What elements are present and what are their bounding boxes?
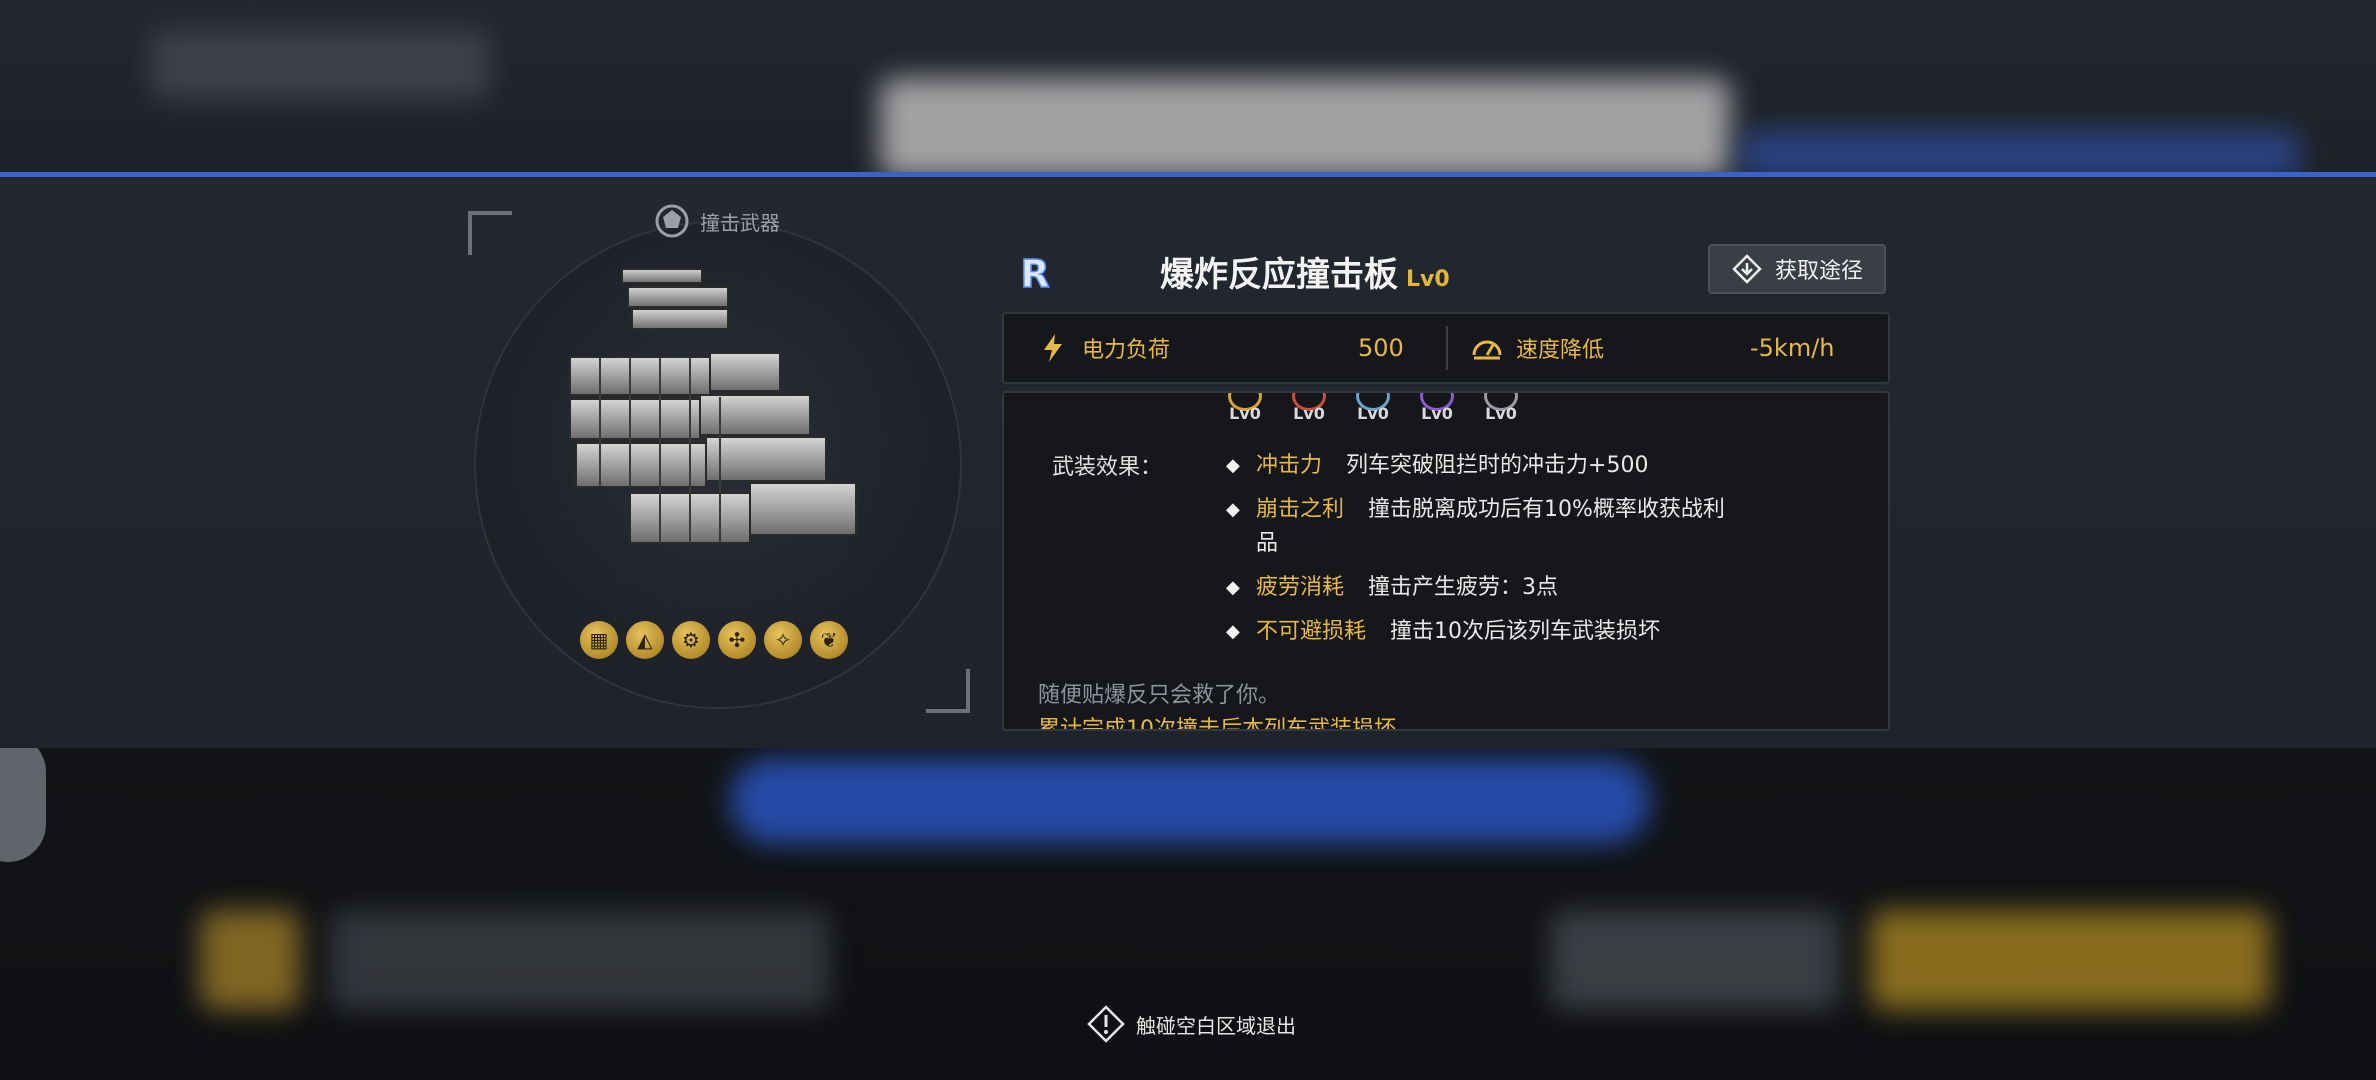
exit-hint[interactable]: 触碰空白区域退出 <box>1086 1004 1296 1044</box>
effect-name: 不可避损耗 <box>1256 619 1367 644</box>
diamond-arrow-icon <box>1732 254 1762 284</box>
effect-item: ◆ 疲劳消耗 撞击产生疲劳：3点 <box>1226 571 1558 605</box>
rarity-letter: R <box>1020 252 1049 296</box>
weapon-name: 爆炸反应撞击板 <box>1160 255 1398 295</box>
stat-value: 500 <box>1358 334 1404 362</box>
background-blur <box>330 910 830 1010</box>
level-badge-text: Lv0 <box>1485 404 1517 423</box>
level-badge[interactable]: Lv0 <box>1224 393 1266 423</box>
stat-divider <box>1446 326 1448 370</box>
skill-icon-row: ▦ ◭ ⚙ ✣ ✧ ❦ <box>580 621 848 659</box>
effect-name: 疲劳消耗 <box>1256 575 1345 600</box>
effect-item: ◆ 冲击力 列车突破阻拦时的冲击力+500 <box>1226 449 1648 483</box>
get-source-button[interactable]: 获取途径 <box>1708 244 1886 294</box>
level-badge[interactable]: Lv0 <box>1416 393 1458 423</box>
effect-name: 崩击之利 <box>1256 497 1345 522</box>
effect-name: 冲击力 <box>1256 453 1323 478</box>
trait-icon[interactable]: ✧ <box>764 621 802 659</box>
weapon-level: Lv0 <box>1406 267 1450 292</box>
stat-label: 速度降低 <box>1516 338 1605 363</box>
effects-panel: Lv0 Lv0 Lv0 Lv0 Lv0 武装效果： ◆ 冲击力 列车突破阻拦时的冲… <box>1002 391 1890 731</box>
diamond-bullet-icon: ◆ <box>1226 499 1240 520</box>
corner-bracket <box>926 669 970 713</box>
background-blur <box>200 910 300 1010</box>
level-badge-text: Lv0 <box>1293 404 1325 423</box>
diamond-bullet-icon: ◆ <box>1226 455 1240 476</box>
level-badge-text: Lv0 <box>1357 404 1389 423</box>
weapon-title: 爆炸反应撞击板 Lv0 <box>1160 247 1450 296</box>
level-badge[interactable]: Lv0 <box>1288 393 1330 423</box>
background-blur <box>730 758 1650 844</box>
background-blur <box>1550 910 1840 1010</box>
warning-diamond-icon <box>1087 1005 1125 1043</box>
ram-weapon-icon <box>655 204 689 238</box>
effects-label: 武装效果： <box>1052 455 1163 480</box>
diamond-bullet-icon: ◆ <box>1226 621 1240 642</box>
stat-label: 电力负荷 <box>1082 338 1171 363</box>
weapon-type-label: 撞击武器 <box>700 210 780 235</box>
level-badge[interactable]: Lv0 <box>1480 393 1522 423</box>
level-badge-text: Lv0 <box>1229 404 1261 423</box>
stat-speed-reduction: 速度降低 -5km/h <box>1470 314 1835 382</box>
weapon-image <box>569 268 857 544</box>
effect-desc: 撞击10次后该列车武装损坏 <box>1390 619 1661 644</box>
lightning-icon <box>1044 334 1062 362</box>
level-badge[interactable]: Lv0 <box>1352 393 1394 423</box>
gear-icon[interactable]: ⚙ <box>672 621 710 659</box>
effect-item: ◆ 不可避损耗 撞击10次后该列车武装损坏 <box>1226 615 1660 649</box>
background-blur <box>880 78 1730 178</box>
weapon-type: 撞击武器 <box>654 203 780 239</box>
speedometer-icon <box>1472 340 1502 360</box>
stat-power-load: 电力负荷 500 <box>1036 314 1404 382</box>
effect-item: ◆ 崩击之利 撞击脱离成功后有10%概率收获战利品 <box>1226 493 1746 561</box>
trait-icon[interactable]: ▦ <box>580 621 618 659</box>
trait-icon[interactable]: ❦ <box>810 621 848 659</box>
side-handle[interactable] <box>0 734 46 862</box>
background-blur <box>1870 910 2270 1010</box>
trait-icon[interactable]: ◭ <box>626 621 664 659</box>
warning-text: 累计完成10次撞击后本列车武装损坏 <box>1038 717 1396 731</box>
level-badge-text: Lv0 <box>1421 404 1453 423</box>
corner-bracket <box>468 211 512 255</box>
diamond-bullet-icon: ◆ <box>1226 577 1240 598</box>
effect-desc: 列车突破阻拦时的冲击力+500 <box>1346 453 1649 478</box>
effect-desc: 撞击产生疲劳：3点 <box>1368 575 1559 600</box>
exit-hint-label: 触碰空白区域退出 <box>1136 1013 1296 1038</box>
trait-icon[interactable]: ✣ <box>718 621 756 659</box>
stat-value: -5km/h <box>1750 334 1835 362</box>
rarity-badge: R <box>1020 251 1051 297</box>
weapon-detail-modal: 撞击武器 ▦ ◭ ⚙ ✣ ✧ ❦ R 爆炸反应撞击板 Lv0 获取途径 电力负荷… <box>0 172 2376 748</box>
flavor-text: 随便贴爆反只会救了你。 <box>1038 683 1281 708</box>
background-blur <box>150 30 490 100</box>
stats-bar: 电力负荷 500 速度降低 -5km/h <box>1002 312 1890 384</box>
level-badge-row: Lv0 Lv0 Lv0 Lv0 Lv0 <box>1224 393 1522 423</box>
get-source-label: 获取途径 <box>1774 259 1863 284</box>
